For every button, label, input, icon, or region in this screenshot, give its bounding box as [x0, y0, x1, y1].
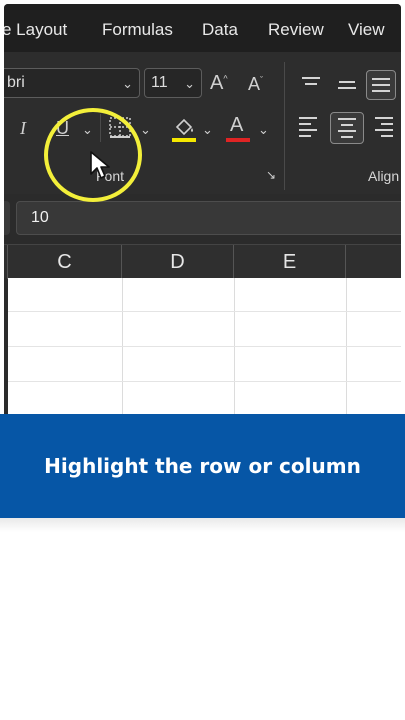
icon-line — [381, 123, 393, 125]
icon-line — [299, 129, 317, 131]
chevron-down-icon: ⌄ — [184, 76, 195, 91]
grid-line — [8, 311, 401, 312]
increase-font-label: A — [210, 72, 224, 94]
font-name-select[interactable]: bri ⌄ — [4, 68, 140, 98]
align-center-button[interactable] — [330, 112, 364, 144]
icon-line — [305, 83, 317, 85]
italic-icon: I — [20, 118, 26, 138]
chevron-down-icon[interactable]: ⌄ — [202, 122, 213, 138]
align-right-button[interactable] — [368, 112, 398, 142]
tab-formulas[interactable]: Formulas — [102, 20, 173, 40]
align-left-icon — [299, 117, 317, 119]
grid-line — [8, 381, 401, 382]
banner-shadow — [0, 518, 405, 532]
increase-font-size-button[interactable]: A^ — [210, 72, 228, 95]
formula-bar: 10 — [4, 194, 401, 244]
font-color-button[interactable]: A — [226, 114, 254, 149]
tab-data[interactable]: Data — [202, 20, 238, 40]
decrease-font-label: A — [248, 74, 261, 94]
alignment-group-label: Align — [368, 168, 400, 184]
formula-input[interactable]: 10 — [16, 201, 401, 235]
align-bottom-button[interactable] — [366, 70, 396, 100]
icon-line — [299, 135, 311, 137]
mouse-cursor-icon — [90, 151, 110, 179]
column-header-c[interactable]: C — [8, 245, 122, 279]
align-top-button[interactable] — [296, 66, 326, 96]
column-header-e[interactable]: E — [234, 245, 346, 279]
tab-view[interactable]: View — [348, 20, 385, 40]
dialog-launcher-icon[interactable]: ↘ — [266, 168, 276, 182]
align-middle-button[interactable] — [332, 70, 362, 100]
grid-line — [8, 346, 401, 347]
fill-color-button[interactable] — [170, 114, 198, 149]
tab-page-layout[interactable]: e Layout — [4, 20, 67, 40]
font-size-select[interactable]: 11 ⌄ — [144, 68, 202, 98]
chevron-down-icon[interactable]: ⌄ — [140, 122, 151, 138]
group-divider — [284, 62, 285, 190]
align-left-button[interactable] — [294, 112, 324, 142]
icon-line — [341, 124, 353, 126]
icon-line — [299, 123, 311, 125]
tab-review[interactable]: Review — [268, 20, 324, 40]
caption-banner: Highlight the row or column — [0, 414, 405, 518]
decrease-font-size-button[interactable]: Aˇ — [248, 74, 263, 95]
font-color-icon: A — [230, 114, 244, 136]
align-bottom-icon — [372, 78, 390, 80]
fill-color-icon — [172, 118, 196, 142]
chevron-down-icon[interactable]: ⌄ — [258, 122, 269, 138]
icon-line — [381, 135, 393, 137]
caption-text: Highlight the row or column — [44, 454, 361, 478]
italic-button[interactable]: I — [20, 118, 26, 139]
icon-line — [338, 130, 356, 132]
font-name-value: bri — [7, 74, 25, 91]
font-size-value: 11 — [151, 74, 168, 91]
name-box[interactable] — [4, 201, 10, 235]
excel-window: e Layout Formulas Data Review View bri ⌄… — [4, 4, 401, 414]
icon-line — [341, 136, 353, 138]
icon-line — [372, 90, 390, 92]
column-header-f[interactable] — [346, 245, 401, 279]
column-headers: C D E — [4, 244, 401, 279]
align-center-icon — [338, 118, 356, 120]
align-top-icon — [302, 77, 320, 79]
align-right-icon — [375, 117, 393, 119]
icon-line — [375, 129, 393, 131]
icon-line — [338, 87, 356, 89]
ribbon-tabs: e Layout Formulas Data Review View — [4, 4, 401, 52]
formula-value: 10 — [31, 209, 49, 226]
cell-grid[interactable] — [8, 278, 401, 414]
align-middle-icon — [339, 81, 355, 83]
icon-line — [372, 84, 390, 86]
column-header-d[interactable]: D — [122, 245, 234, 279]
chevron-down-icon: ⌄ — [122, 76, 133, 91]
